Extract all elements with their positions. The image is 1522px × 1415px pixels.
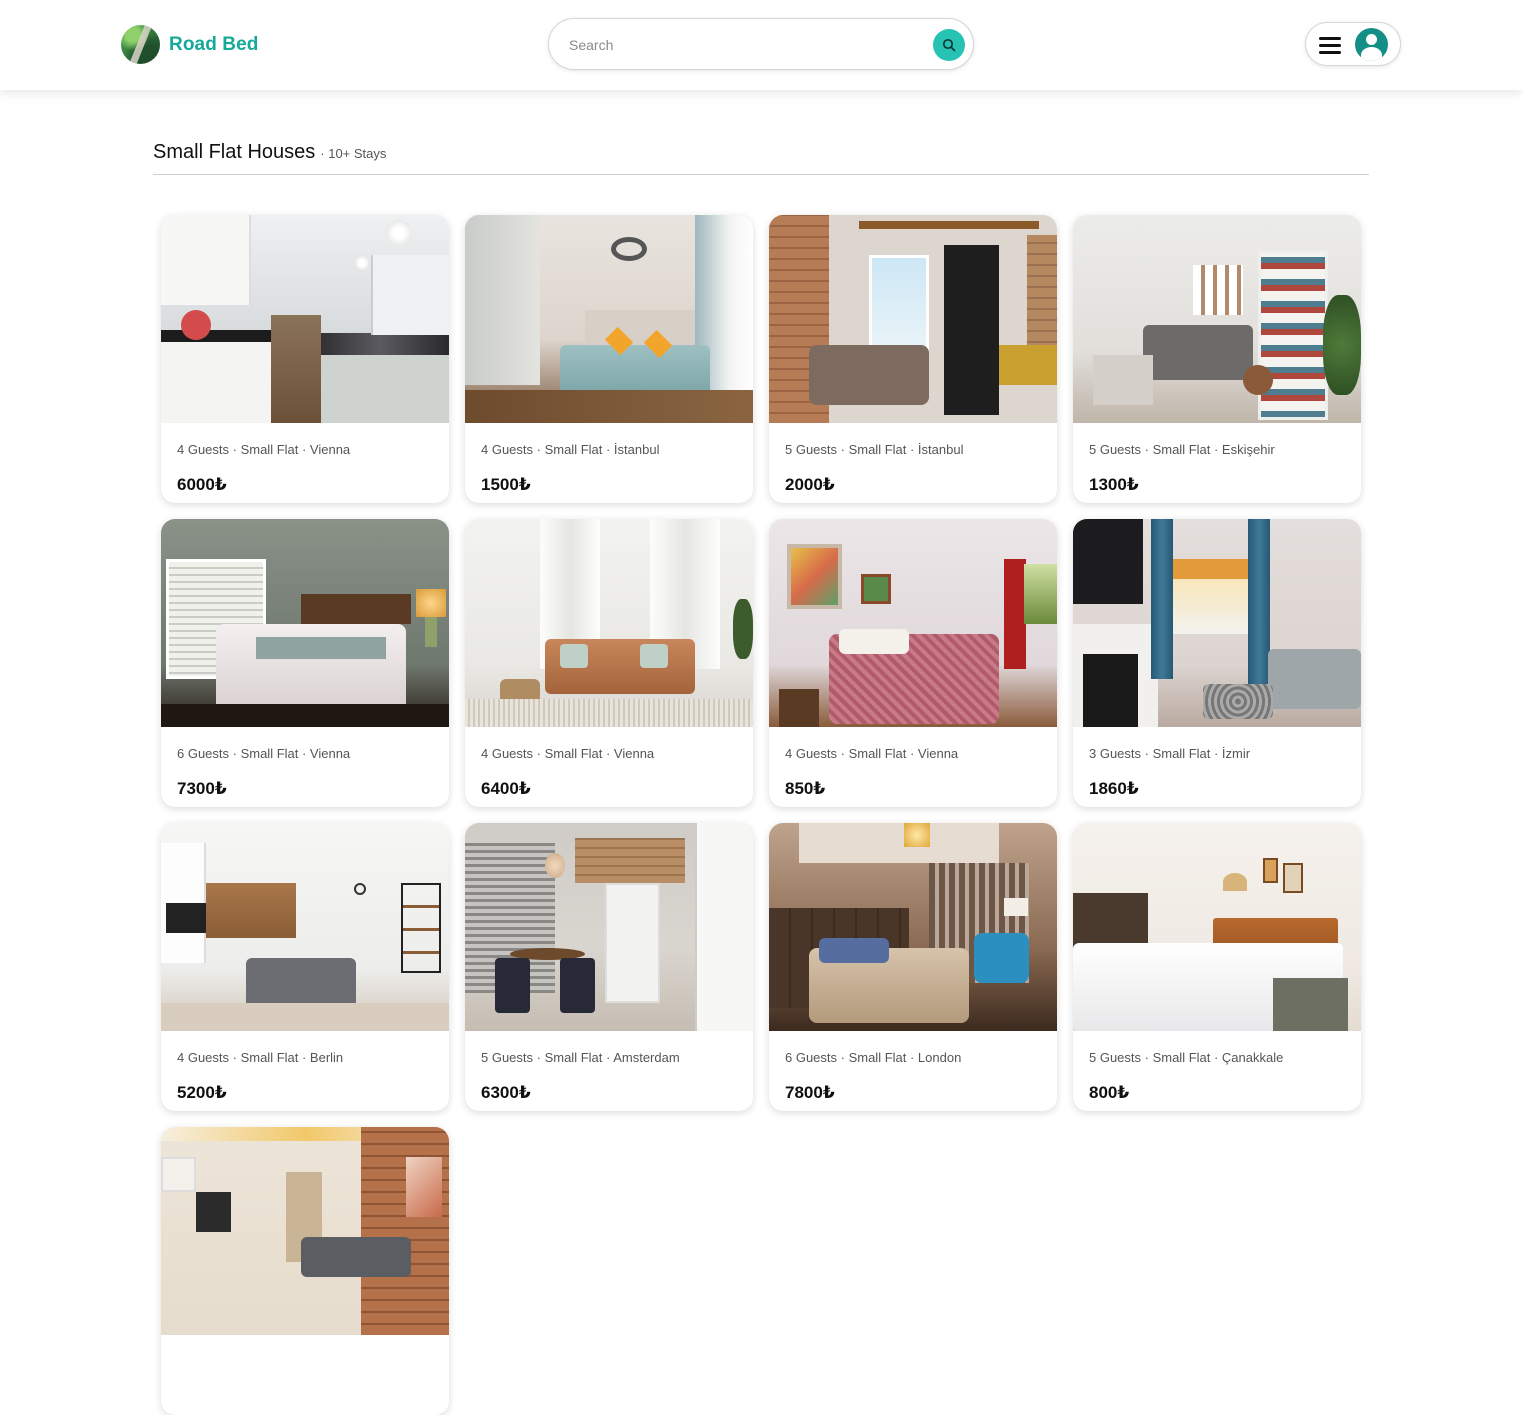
listing-photo (161, 519, 449, 727)
listing-price: 7300₺ (177, 779, 227, 798)
listing-price: 6400₺ (481, 779, 531, 798)
listing-card[interactable]: 5 Guests · Small Flat · Amsterdam 6300₺ (465, 823, 753, 1111)
brand-name: Road Bed (169, 33, 259, 55)
listing-details: 4 Guests · Small Flat · Vienna (785, 746, 959, 761)
listing-details: 5 Guests · Small Flat · Amsterdam (481, 1050, 680, 1065)
search-button[interactable] (933, 29, 965, 61)
listing-card[interactable]: 4 Guests · Small Flat · Berlin 5200₺ (161, 823, 449, 1111)
listing-details: 4 Guests · Small Flat · İstanbul (481, 442, 660, 457)
listing-card[interactable]: 5 Guests · Small Flat · İstanbul 2000₺ (769, 215, 1057, 503)
listing-card[interactable]: 5 Guests · Small Flat · Eskişehir 1300₺ (1073, 215, 1361, 503)
search-input[interactable] (569, 33, 909, 57)
listing-price: 800₺ (1089, 1083, 1130, 1102)
listing-card[interactable]: 4 Guests · Small Flat · İstanbul 1500₺ (465, 215, 753, 503)
listing-price: 1500₺ (481, 475, 531, 494)
listing-price: 2000₺ (785, 475, 835, 494)
user-avatar-icon (1355, 28, 1388, 61)
listing-photo (769, 823, 1057, 1031)
listing-price: 1860₺ (1089, 779, 1139, 798)
listing-card[interactable]: 3 Guests · Small Flat · İzmir 1860₺ (1073, 519, 1361, 807)
listing-details: 4 Guests · Small Flat · Vienna (177, 442, 351, 457)
listing-details: 6 Guests · Small Flat · Vienna (177, 746, 351, 761)
listing-details: 6 Guests · Small Flat · London (785, 1050, 962, 1065)
search-bar (548, 18, 974, 70)
listing-details: 5 Guests · Small Flat · Eskişehir (1089, 442, 1275, 457)
listing-photo (1073, 823, 1361, 1031)
listing-card[interactable]: 6 Guests · Small Flat · Vienna 7300₺ (161, 519, 449, 807)
user-menu-button[interactable] (1305, 22, 1401, 66)
listing-price: 6300₺ (481, 1083, 531, 1102)
section-heading: Small Flat Houses · 10+ Stays (153, 141, 386, 164)
listing-photo (161, 823, 449, 1031)
section-title: Small Flat Houses (153, 141, 316, 163)
listing-photo (465, 519, 753, 727)
listing-details: 4 Guests · Small Flat · Berlin (177, 1050, 344, 1065)
listing-photo (161, 1127, 449, 1335)
listing-photo (161, 215, 449, 423)
listing-photo (769, 519, 1057, 727)
listing-details: 4 Guests · Small Flat · Vienna (481, 746, 655, 761)
listing-details: 3 Guests · Small Flat · İzmir (1089, 746, 1251, 761)
search-icon (942, 38, 956, 52)
listing-card[interactable]: 4 Guests · Small Flat · Vienna 6000₺ (161, 215, 449, 503)
top-navbar: Road Bed (0, 0, 1522, 90)
listing-photo (465, 823, 753, 1031)
listing-card[interactable]: 5 Guests · Small Flat · Çanakkale 800₺ (1073, 823, 1361, 1111)
listing-photo (1073, 519, 1361, 727)
listing-price: 6000₺ (177, 475, 227, 494)
listing-photo (1073, 215, 1361, 423)
stays-count: · 10+ Stays (320, 146, 387, 161)
listing-price: 1300₺ (1089, 475, 1139, 494)
listing-card[interactable] (161, 1127, 449, 1415)
listing-card[interactable]: 4 Guests · Small Flat · Vienna 850₺ (769, 519, 1057, 807)
listing-card[interactable]: 6 Guests · Small Flat · London 7800₺ (769, 823, 1057, 1111)
section-divider (153, 174, 1369, 175)
listing-price: 7800₺ (785, 1083, 835, 1102)
listing-photo (465, 215, 753, 423)
listing-card[interactable]: 4 Guests · Small Flat · Vienna 6400₺ (465, 519, 753, 807)
hamburger-menu-icon (1319, 36, 1341, 54)
listing-photo (769, 215, 1057, 423)
listing-details: 5 Guests · Small Flat · Çanakkale (1089, 1050, 1284, 1065)
listing-price: 850₺ (785, 779, 826, 798)
listing-price: 5200₺ (177, 1083, 227, 1102)
listing-details: 5 Guests · Small Flat · İstanbul (785, 442, 964, 457)
brand-home-link[interactable]: Road Bed (121, 25, 258, 64)
road-logo-icon (121, 25, 160, 64)
